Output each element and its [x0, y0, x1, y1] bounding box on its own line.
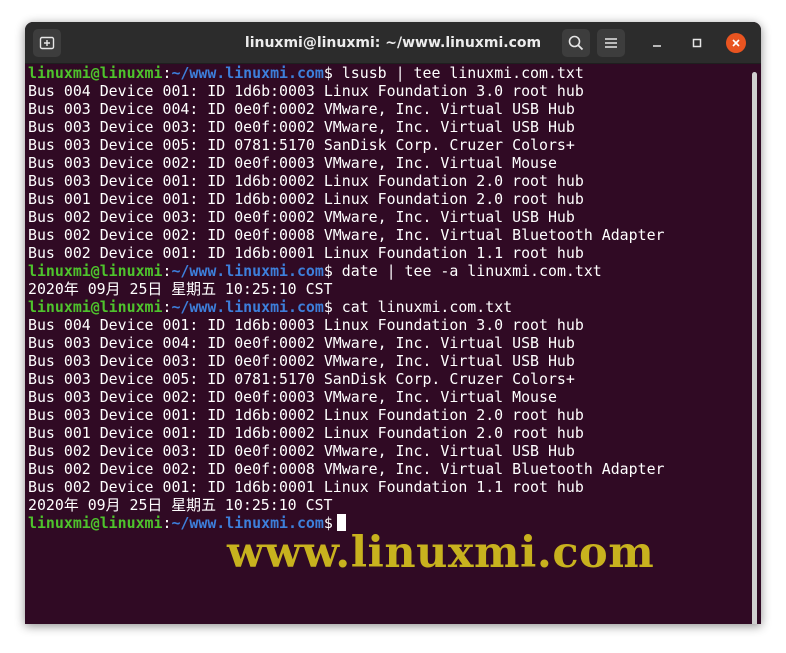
- output-line: 2020年 09月 25日 星期五 10:25:10 CST: [28, 280, 333, 298]
- output-line: Bus 003 Device 005: ID 0781:5170 SanDisk…: [28, 136, 575, 154]
- output-line: Bus 003 Device 003: ID 0e0f:0002 VMware,…: [28, 118, 575, 136]
- output-line: Bus 004 Device 001: ID 1d6b:0003 Linux F…: [28, 316, 584, 334]
- new-tab-button[interactable]: [33, 29, 61, 57]
- prompt-path: ~/www.linuxmi.com: [171, 262, 324, 280]
- output-line: Bus 002 Device 003: ID 0e0f:0002 VMware,…: [28, 208, 575, 226]
- output-line: Bus 003 Device 005: ID 0781:5170 SanDisk…: [28, 370, 575, 388]
- output-line: Bus 003 Device 004: ID 0e0f:0002 VMware,…: [28, 334, 575, 352]
- output-line: Bus 004 Device 001: ID 1d6b:0003 Linux F…: [28, 82, 584, 100]
- prompt-path: ~/www.linuxmi.com: [171, 64, 324, 82]
- maximize-icon: [692, 38, 702, 48]
- menu-button[interactable]: [597, 29, 625, 57]
- close-button[interactable]: [726, 33, 746, 53]
- output-line: Bus 003 Device 003: ID 0e0f:0002 VMware,…: [28, 352, 575, 370]
- minimize-icon: [653, 45, 661, 47]
- prompt-line: linuxmi@linuxmi:~/www.linuxmi.com$ lsusb…: [28, 64, 747, 82]
- output-line: Bus 003 Device 004: ID 0e0f:0002 VMware,…: [28, 100, 575, 118]
- output-line: Bus 002 Device 002: ID 0e0f:0008 VMware,…: [28, 226, 665, 244]
- prompt-line: linuxmi@linuxmi:~/www.linuxmi.com$ cat l…: [28, 298, 747, 316]
- output-line: Bus 002 Device 003: ID 0e0f:0002 VMware,…: [28, 442, 575, 460]
- output-line: Bus 003 Device 001: ID 1d6b:0002 Linux F…: [28, 172, 584, 190]
- watermark-text: www.linuxmi.com: [227, 528, 655, 578]
- title-bar: linuxmi@linuxmi: ~/www.linuxmi.com: [25, 22, 761, 64]
- prompt-dollar: $: [323, 298, 333, 316]
- prompt-user-host: linuxmi@linuxmi: [28, 514, 163, 532]
- prompt-user-host: linuxmi@linuxmi: [28, 298, 163, 316]
- output-line: Bus 003 Device 002: ID 0e0f:0003 VMware,…: [28, 154, 557, 172]
- command-text: date | tee -a linuxmi.com.txt: [332, 262, 602, 280]
- prompt-path: ~/www.linuxmi.com: [171, 298, 324, 316]
- output-line: Bus 003 Device 002: ID 0e0f:0003 VMware,…: [28, 388, 557, 406]
- hamburger-menu-icon: [605, 38, 617, 48]
- output-line: 2020年 09月 25日 星期五 10:25:10 CST: [28, 496, 333, 514]
- output-line: Bus 002 Device 001: ID 1d6b:0001 Linux F…: [28, 244, 584, 262]
- new-tab-icon: [39, 36, 55, 50]
- search-button[interactable]: [562, 29, 590, 57]
- prompt-line: linuxmi@linuxmi:~/www.linuxmi.com$ date …: [28, 262, 747, 280]
- prompt-user-host: linuxmi@linuxmi: [28, 64, 163, 82]
- output-line: Bus 003 Device 001: ID 1d6b:0002 Linux F…: [28, 406, 584, 424]
- output-line: Bus 002 Device 002: ID 0e0f:0008 VMware,…: [28, 460, 665, 478]
- output-line: Bus 002 Device 001: ID 1d6b:0001 Linux F…: [28, 478, 584, 496]
- close-icon: [732, 39, 740, 47]
- prompt-user-host: linuxmi@linuxmi: [28, 262, 163, 280]
- output-line: Bus 001 Device 001: ID 1d6b:0002 Linux F…: [28, 424, 584, 442]
- minimize-button[interactable]: [647, 33, 667, 53]
- prompt-dollar: $: [323, 64, 333, 82]
- command-text: cat linuxmi.com.txt: [332, 298, 513, 316]
- command-text: lsusb | tee linuxmi.com.txt: [332, 64, 584, 82]
- prompt-dollar: $: [323, 262, 333, 280]
- maximize-button[interactable]: [687, 33, 707, 53]
- search-icon: [568, 35, 584, 51]
- output-line: Bus 001 Device 001: ID 1d6b:0002 Linux F…: [28, 190, 584, 208]
- scrollbar[interactable]: [752, 72, 757, 624]
